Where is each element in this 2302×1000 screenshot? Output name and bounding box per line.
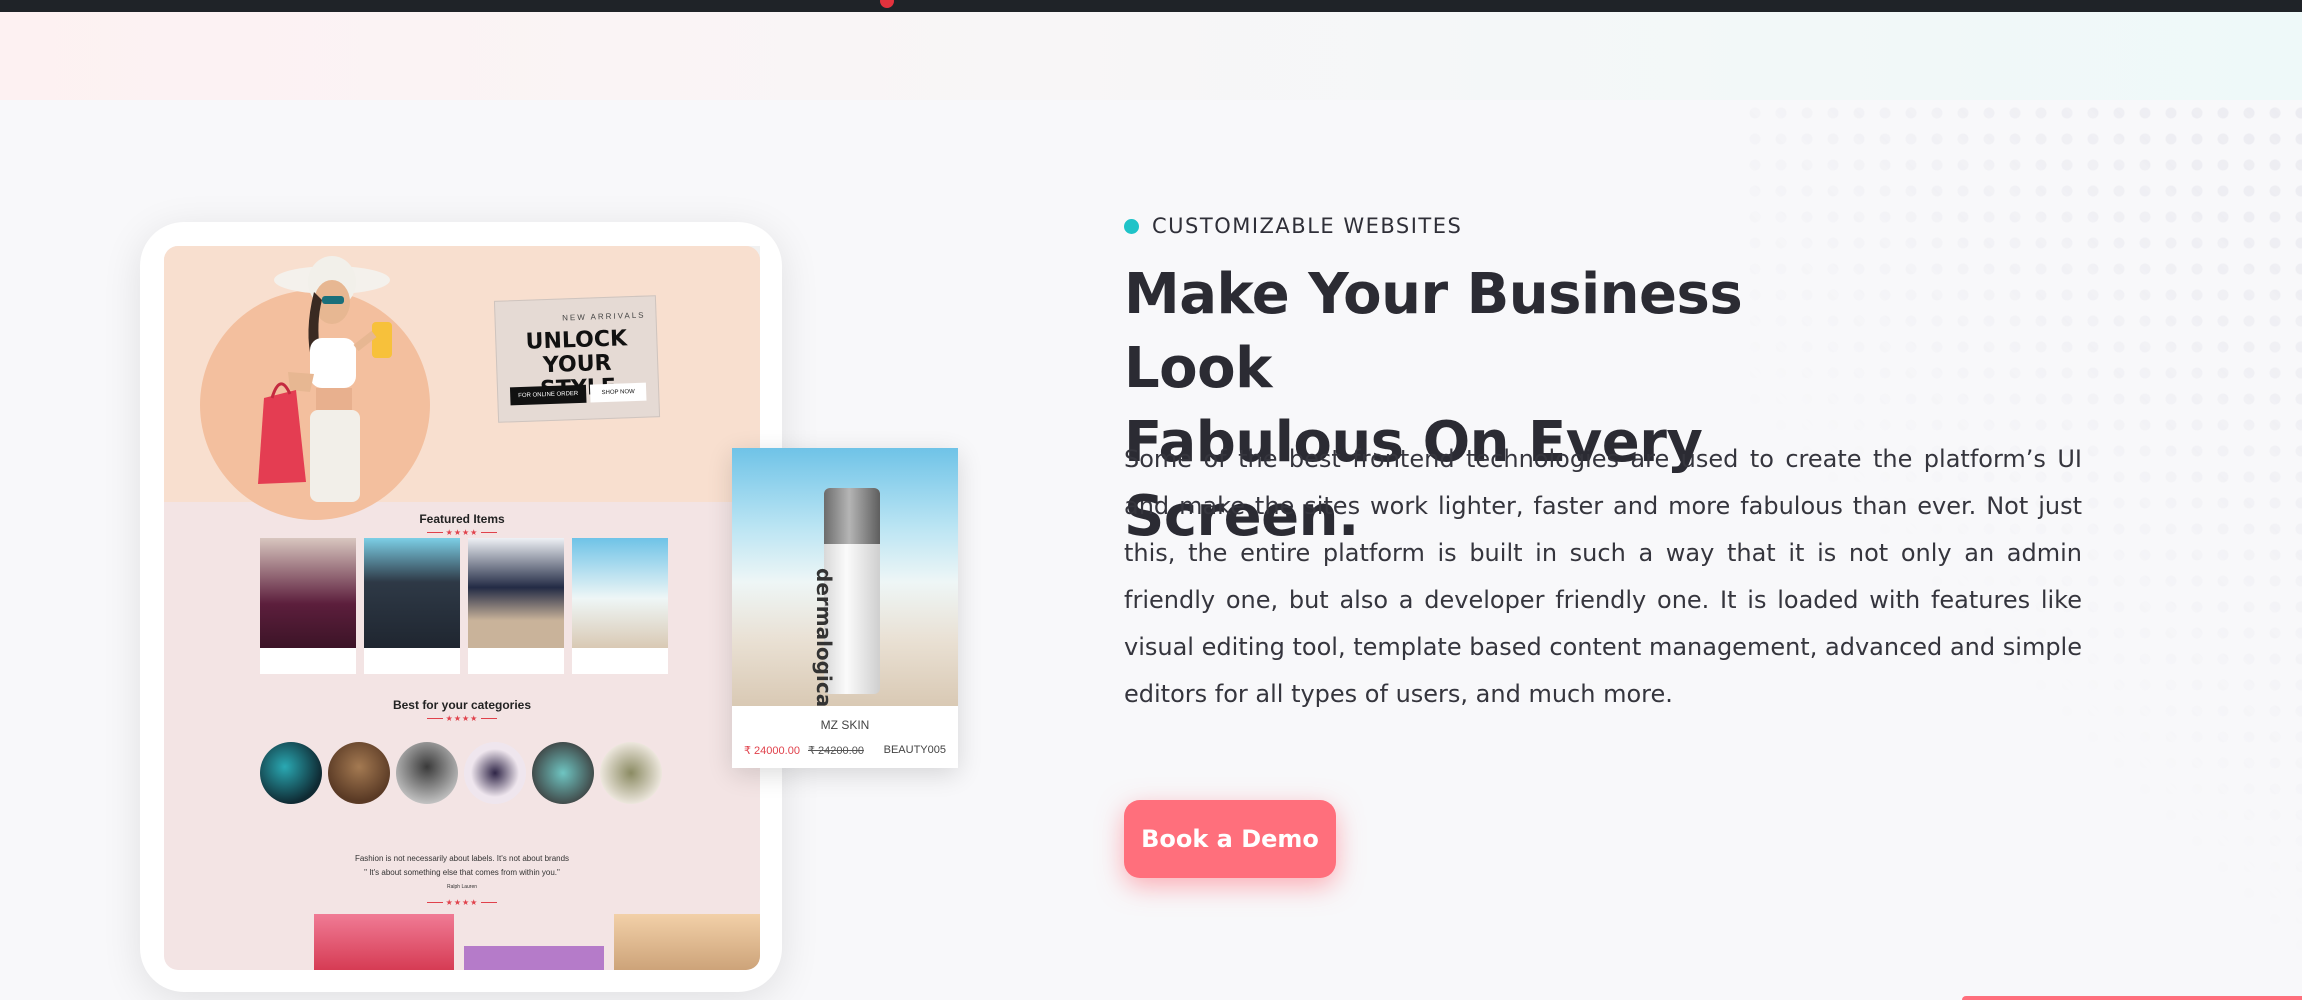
tablet-mockup: NEW ARRIVALS UNLOCK YOUR STYLE FOR ONLIN… [140, 222, 782, 992]
categories-stars: ★★★★ [164, 714, 760, 723]
product-bottle-cap [824, 488, 880, 544]
teal-dot-icon [1124, 218, 1139, 234]
promo-shop-button: SHOP NOW [589, 382, 647, 403]
category-circle [396, 742, 458, 804]
featured-stars: ★★★★ [164, 528, 760, 537]
corner-accent-line [1962, 996, 2302, 1000]
category-circle [260, 742, 322, 804]
promo-small-label: NEW ARRIVALS [561, 310, 646, 323]
mockup-quote: Fashion is not necessarily about labels.… [164, 852, 760, 894]
product-image [260, 538, 356, 648]
model-illustration [258, 256, 392, 502]
categories-title: Best for your categories [392, 698, 532, 712]
product-card [572, 538, 668, 674]
section-description: Some of the best frontend technologies a… [1124, 445, 2082, 708]
record-indicator-icon [880, 0, 894, 8]
quote-author: Ralph Lauren [446, 884, 478, 890]
quote-line-2: " It's about something else that comes f… [364, 868, 560, 877]
category-circle [328, 742, 390, 804]
header-gradient-band [0, 12, 2302, 100]
mockup-hero-banner: NEW ARRIVALS UNLOCK YOUR STYLE FOR ONLIN… [164, 246, 760, 520]
category-circle [532, 742, 594, 804]
product-image [572, 538, 668, 648]
eyebrow-label: CUSTOMIZABLE WEBSITES [1152, 214, 1463, 238]
product-card [260, 538, 356, 674]
tablet-screen: NEW ARRIVALS UNLOCK YOUR STYLE FOR ONLIN… [164, 246, 760, 970]
browser-top-bar [0, 0, 2302, 12]
product-old-price: ₹ 24200.00 [808, 745, 864, 757]
product-name: MZ SKIN [820, 718, 870, 732]
quote-stars: ★★★★ [164, 898, 760, 907]
product-code: BEAUTY005 [883, 744, 946, 756]
floating-product-card: dermalogica MZ SKIN ₹ 24000.00 ₹ 24200.0… [732, 448, 958, 768]
promo-card: NEW ARRIVALS UNLOCK YOUR STYLE FOR ONLIN… [493, 295, 661, 423]
category-circle [464, 742, 526, 804]
heading-line-1: Make Your Business Look [1124, 262, 1743, 401]
quote-line-1: Fashion is not necessarily about labels.… [354, 854, 570, 863]
promo-order-button: FOR ONLINE ORDER [509, 384, 587, 406]
product-price: ₹ 24000.00 [744, 745, 800, 757]
product-image [364, 538, 460, 648]
blog-image [614, 914, 760, 970]
product-brand-label: dermalogica [812, 568, 836, 706]
featured-items-title: Featured Items [419, 512, 505, 526]
product-card [468, 538, 564, 674]
section-eyebrow: CUSTOMIZABLE WEBSITES [1124, 214, 1462, 238]
book-demo-button[interactable]: Book a Demo [1124, 800, 1336, 878]
product-image [468, 538, 564, 648]
blog-image [314, 914, 454, 970]
blog-image [464, 946, 604, 970]
product-photo: dermalogica [732, 448, 958, 706]
product-card [364, 538, 460, 674]
category-circle [600, 742, 662, 804]
